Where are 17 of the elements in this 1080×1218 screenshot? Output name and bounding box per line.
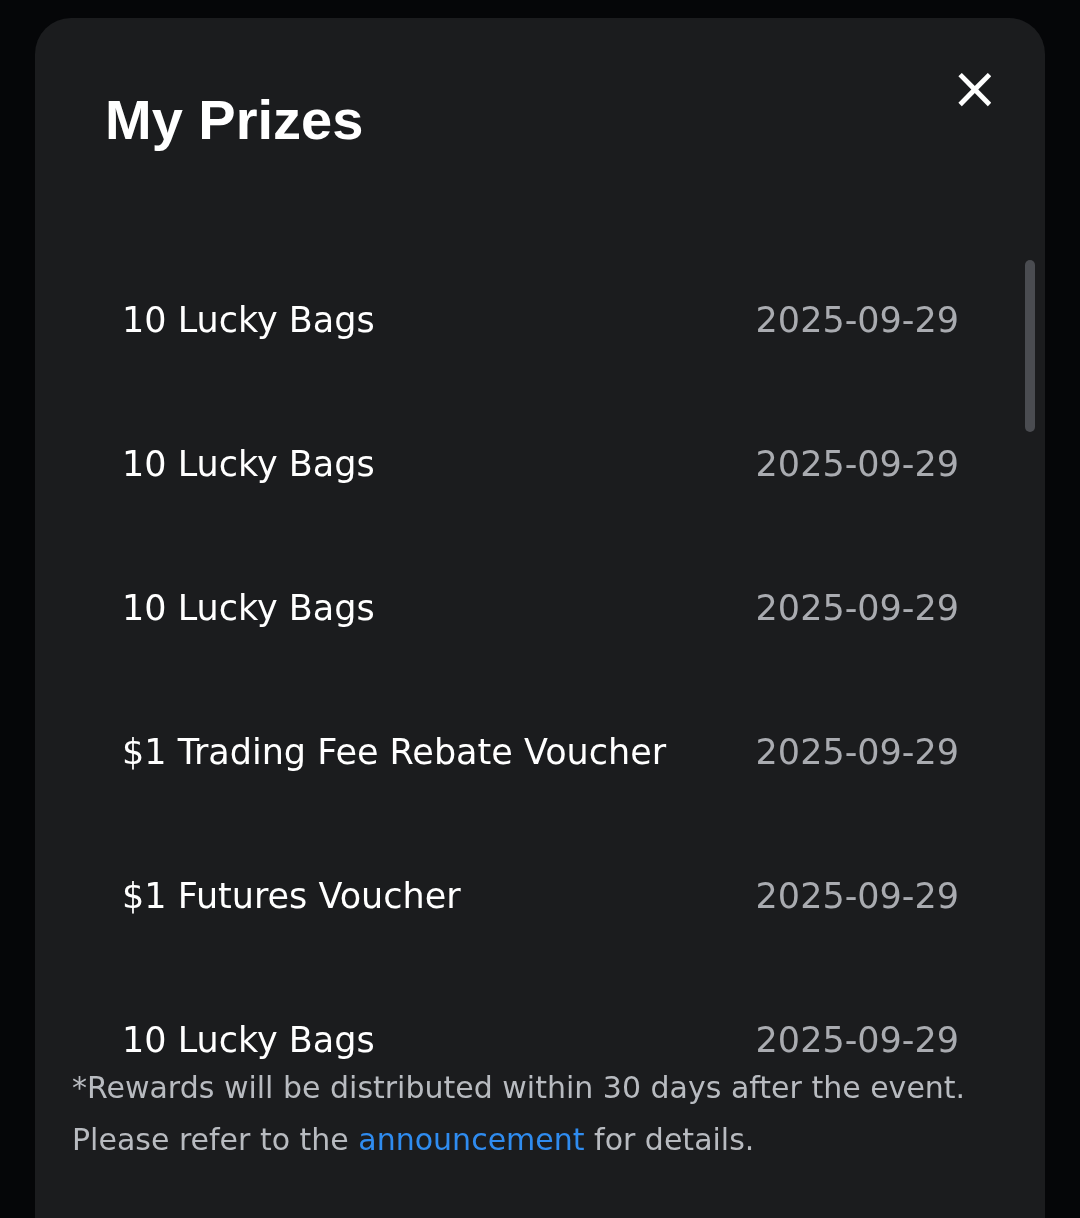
- close-button[interactable]: ×: [950, 62, 999, 114]
- prize-date: 2025-09-29: [755, 1020, 959, 1060]
- dialog-title: My Prizes: [105, 88, 364, 152]
- prize-name: 10 Lucky Bags: [122, 444, 375, 484]
- prize-name: $1 Trading Fee Rebate Voucher: [122, 732, 667, 772]
- prize-name: 10 Lucky Bags: [122, 588, 375, 628]
- prize-name: 10 Lucky Bags: [122, 1020, 375, 1060]
- prize-date: 2025-09-29: [755, 300, 959, 340]
- prize-date: 2025-09-29: [755, 876, 959, 916]
- prize-date: 2025-09-29: [755, 732, 959, 772]
- announcement-link[interactable]: announcement: [358, 1122, 585, 1157]
- rewards-note: *Rewards will be distributed within 30 days after the event. Please refer to the announcement for details.: [72, 1069, 967, 1159]
- prize-name: 10 Lucky Bags: [122, 300, 375, 340]
- prize-name: $1 Futures Voucher: [122, 876, 461, 916]
- scrollbar[interactable]: [1025, 260, 1035, 432]
- prize-date: 2025-09-29: [755, 444, 959, 484]
- prize-date: 2025-09-29: [755, 588, 959, 628]
